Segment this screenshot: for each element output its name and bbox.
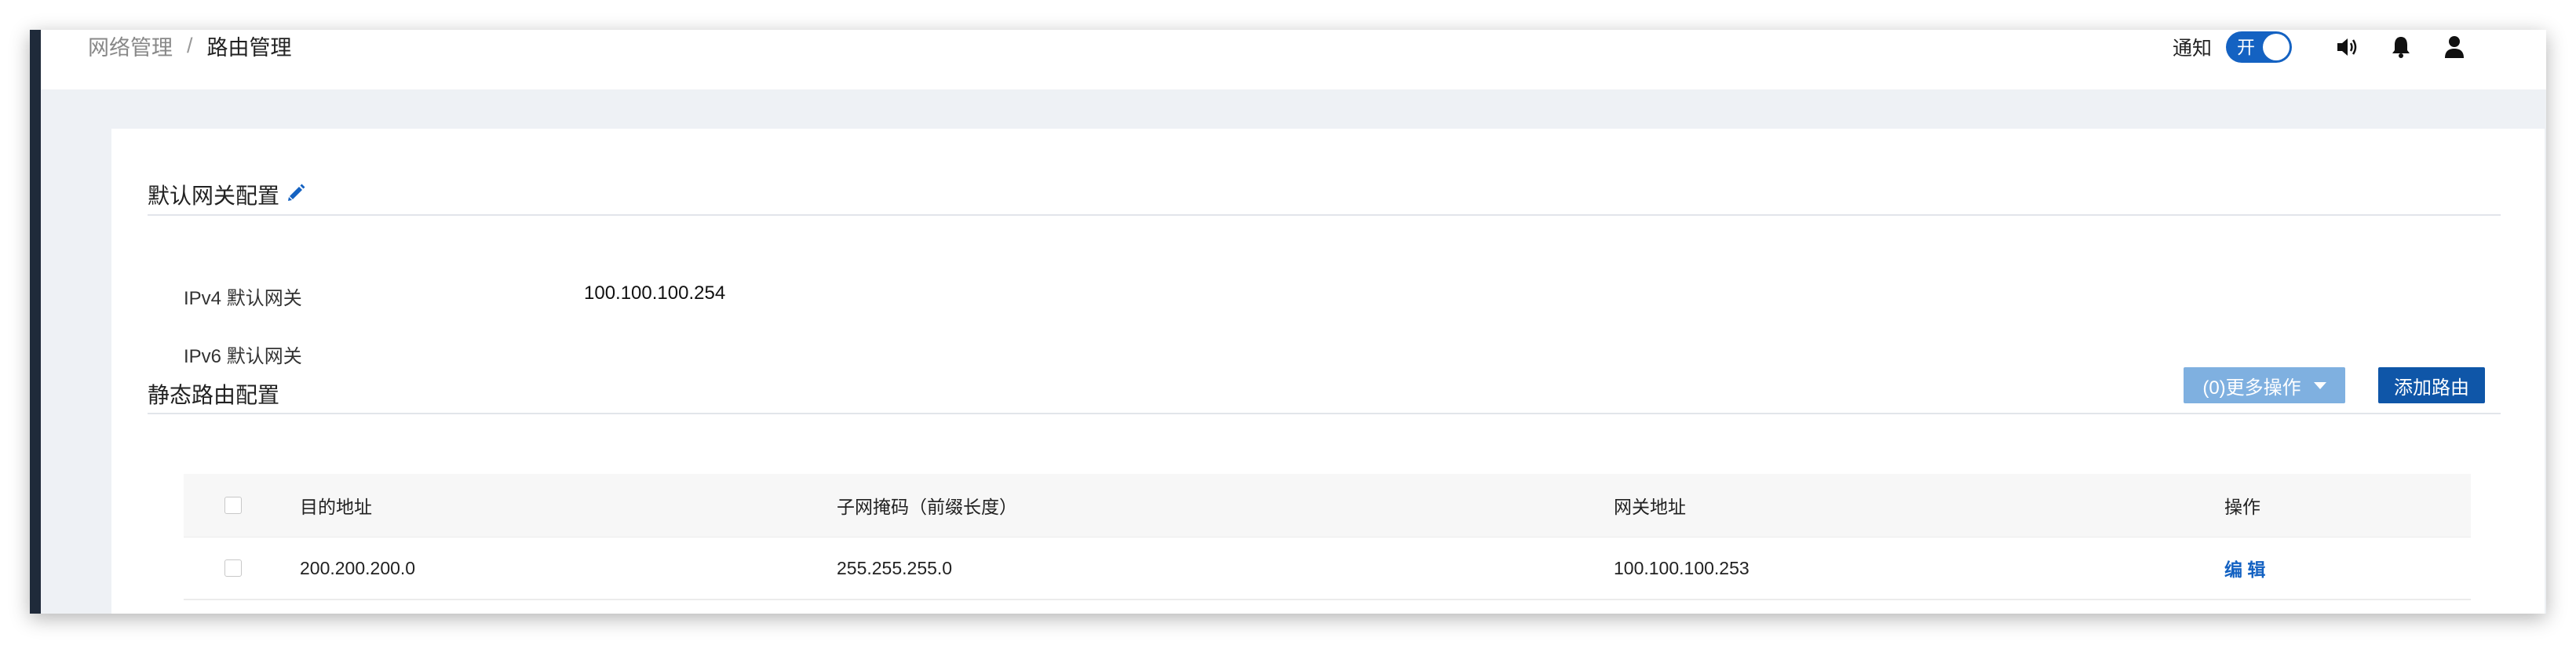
more-actions-label: (0)更多操作: [2202, 377, 2301, 399]
table-row: 200.200.200.0 255.255.255.0 100.100.100.…: [184, 538, 2471, 600]
column-header-mask: 子网掩码（前缀长度）: [837, 497, 1017, 517]
row-destination: 200.200.200.0: [300, 557, 416, 578]
breadcrumb-parent[interactable]: 网络管理: [88, 31, 173, 61]
bell-icon[interactable]: [2388, 34, 2414, 60]
breadcrumb: 网络管理 / 路由管理: [88, 30, 292, 61]
top-bar: 网络管理 / 路由管理 通知 开: [41, 30, 2546, 89]
caret-down-icon: [2313, 381, 2326, 389]
top-right-controls: 通知 开: [2173, 30, 2468, 64]
edit-icon[interactable]: [286, 182, 307, 202]
ipv4-gateway-label: IPv4 默认网关: [184, 288, 302, 309]
more-actions-button[interactable]: (0)更多操作: [2184, 367, 2345, 403]
row-actions: 编 辑: [2224, 538, 2265, 599]
content-card: 默认网关配置 IPv4 默认网关 100.100.100.254 IPv6 默认…: [111, 129, 2545, 614]
row-select-cell: [224, 538, 242, 599]
ipv4-gateway-value: 100.100.100.254: [584, 282, 726, 304]
row-gateway: 100.100.100.253: [1614, 557, 1750, 578]
app-window: 网络管理 / 路由管理 通知 开 默认网关配置 IPv4 默认网关 100.10…: [30, 30, 2546, 614]
speaker-icon[interactable]: [2334, 34, 2361, 60]
table-header: 目的地址 子网掩码（前缀长度） 网关地址 操作: [184, 474, 2471, 538]
column-header-destination: 目的地址: [300, 497, 372, 517]
breadcrumb-current: 路由管理: [206, 35, 292, 60]
select-all-checkbox[interactable]: [224, 497, 242, 514]
gateway-section-header: 默认网关配置: [148, 171, 2501, 216]
notify-toggle-knob: [2263, 34, 2290, 60]
sidebar-strip: [30, 30, 41, 614]
ipv6-gateway-label: IPv6 默认网关: [184, 346, 302, 367]
notify-toggle[interactable]: 开: [2226, 31, 2292, 63]
notify-label: 通知: [2172, 38, 2212, 60]
routes-section-title: 静态路由配置: [148, 383, 280, 407]
row-mask: 255.255.255.0: [837, 557, 953, 578]
breadcrumb-separator: /: [187, 33, 193, 57]
row-checkbox[interactable]: [224, 559, 242, 577]
notify-toggle-text: 开: [2237, 37, 2255, 57]
add-route-button[interactable]: 添加路由: [2378, 367, 2485, 403]
select-all-cell: [224, 474, 242, 537]
edit-route-link[interactable]: 编 辑: [2224, 555, 2265, 581]
routes-section-header: 静态路由配置 (0)更多操作 添加路由: [148, 367, 2501, 414]
column-header-gateway: 网关地址: [1614, 497, 1686, 517]
user-icon[interactable]: [2441, 34, 2468, 60]
add-route-label: 添加路由: [2394, 377, 2469, 399]
column-header-actions: 操作: [2224, 497, 2260, 517]
gateway-section-title: 默认网关配置: [148, 184, 280, 208]
routes-table: 目的地址 子网掩码（前缀长度） 网关地址 操作 200.200.200.0 25…: [184, 474, 2471, 600]
